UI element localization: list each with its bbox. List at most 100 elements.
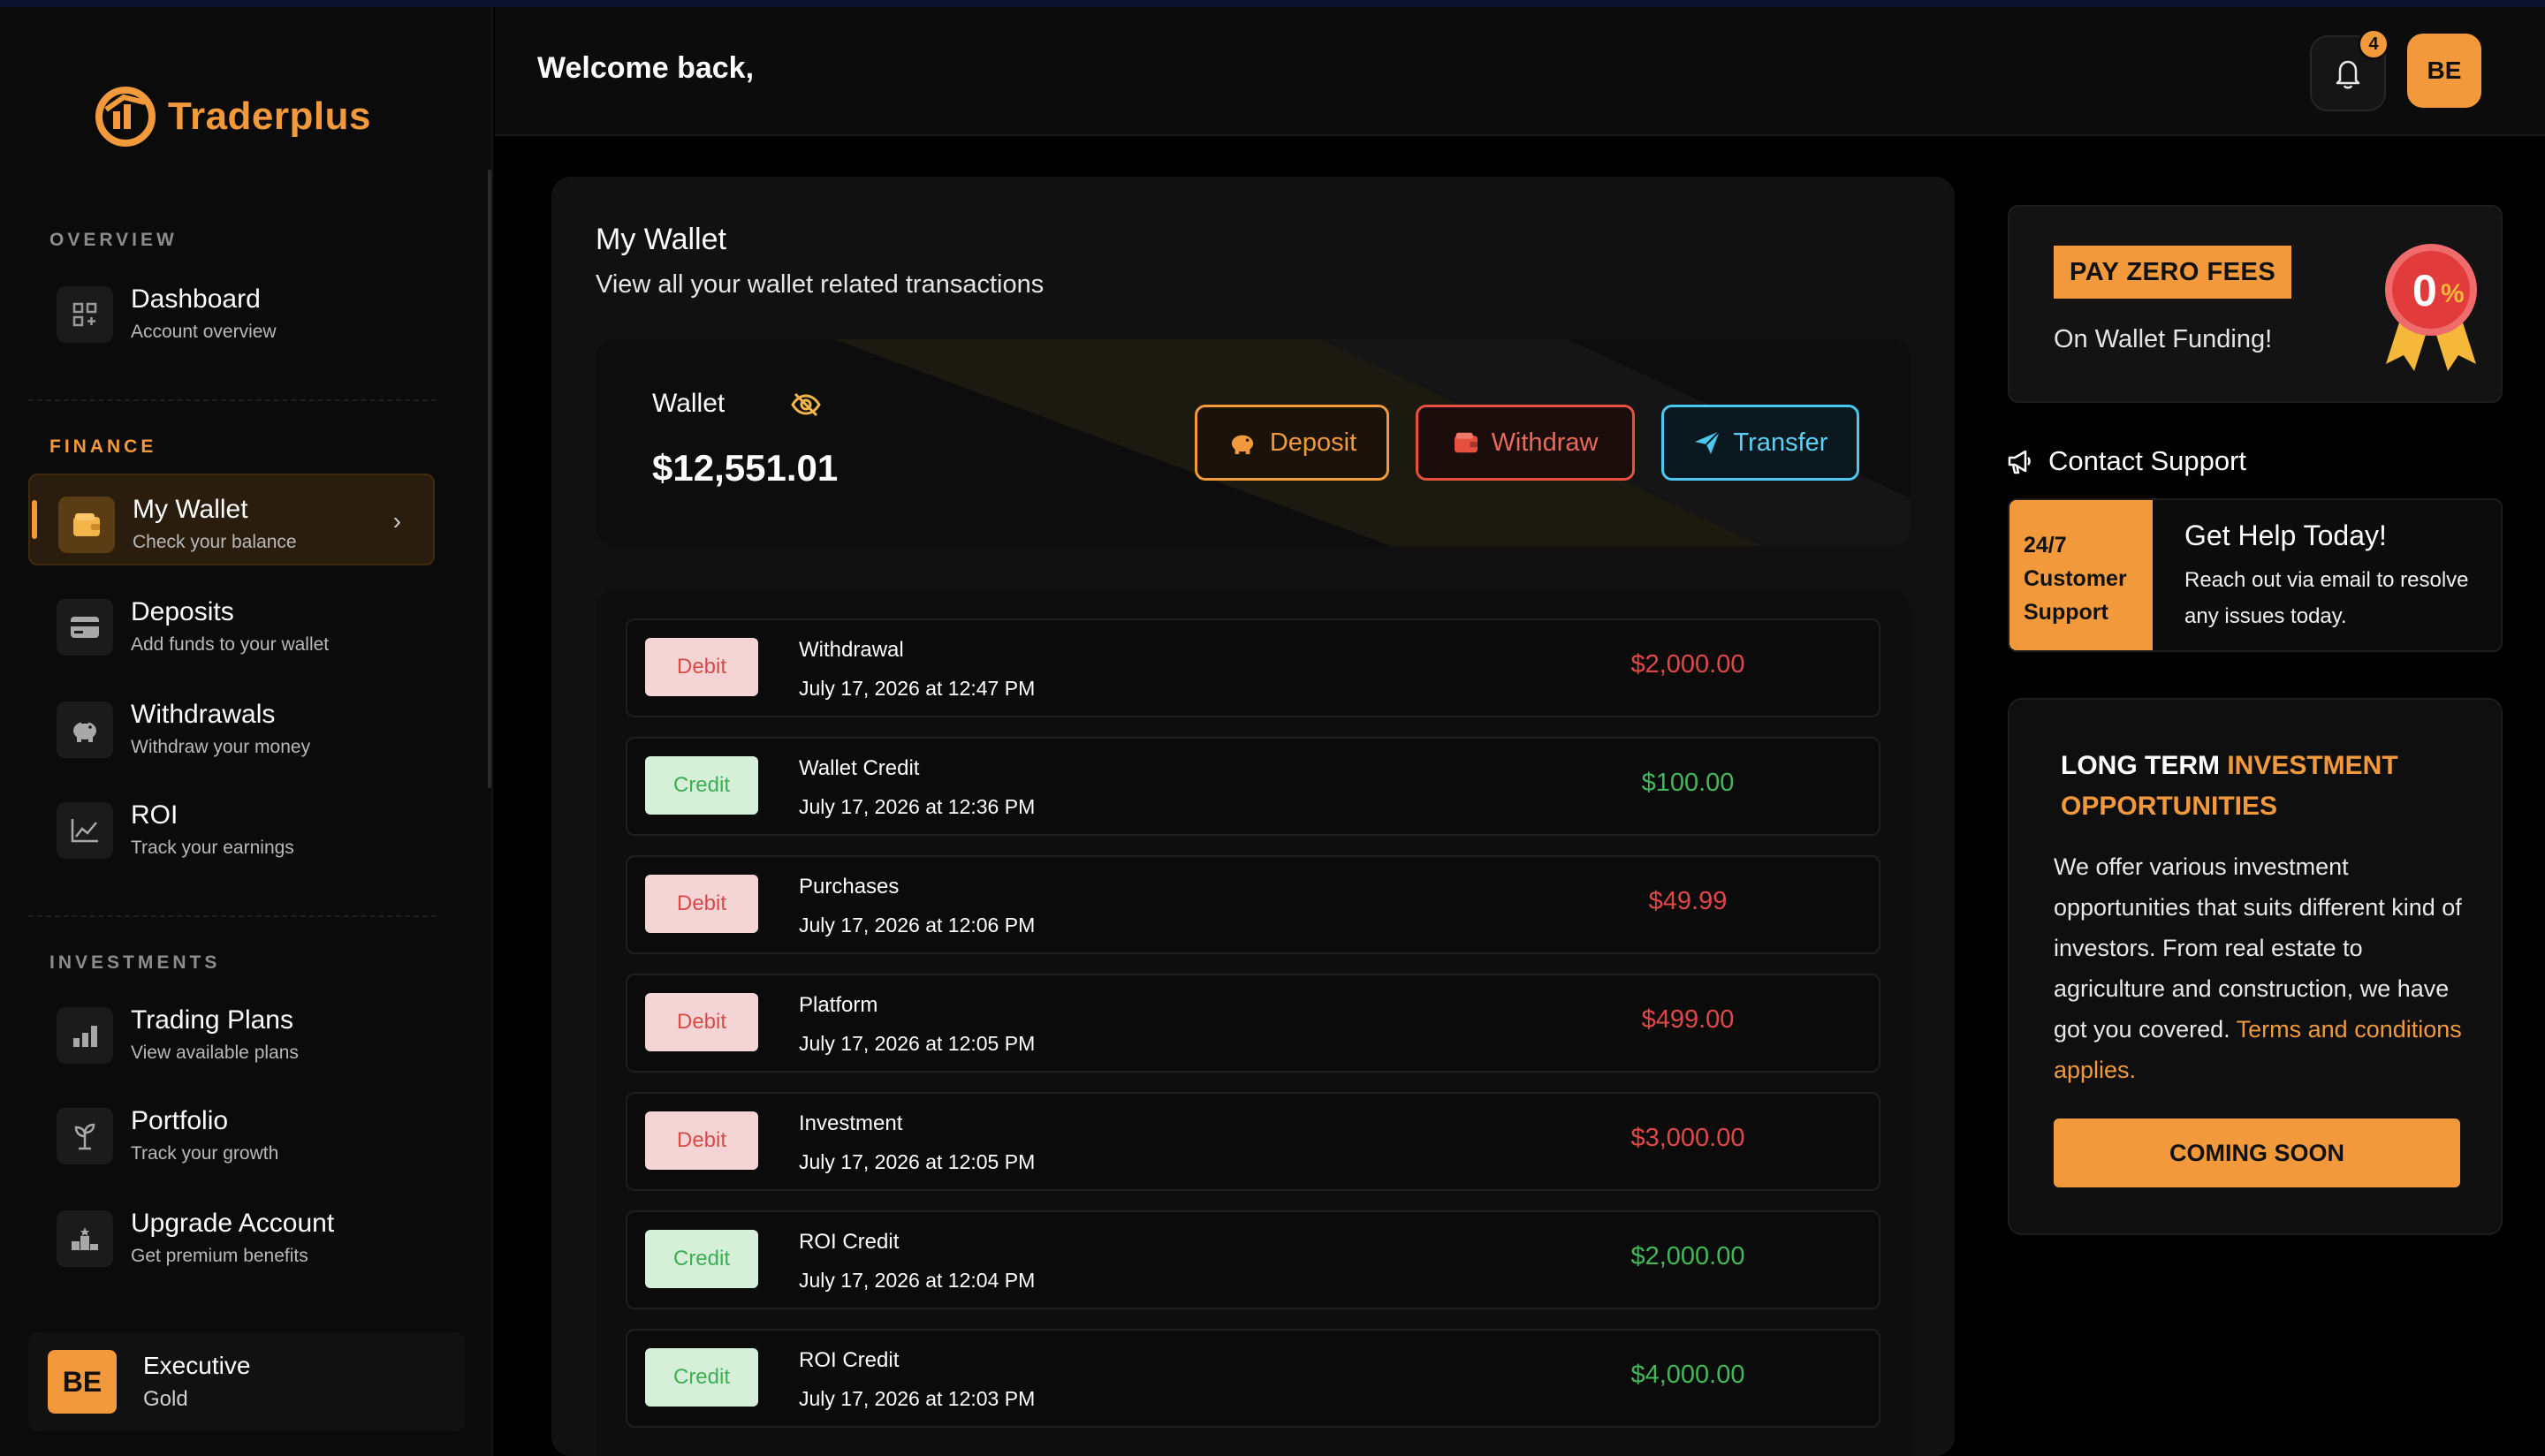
eye-off-icon[interactable] [790,389,822,421]
transaction-date: July 17, 2026 at 12:05 PM [799,1150,1036,1173]
dashboard-icon [57,286,113,343]
table-row[interactable]: Debit Purchases July 17, 2026 at 12:06 P… [626,855,1880,954]
promo-subtitle: On Wallet Funding! [2054,325,2273,353]
coming-soon-button[interactable]: COMING SOON [2054,1119,2460,1187]
sidebar-item-title: Deposits [131,597,234,626]
transaction-date: July 17, 2026 at 12:06 PM [799,914,1036,937]
top-header: Welcome back, 4 BE [495,7,2545,136]
status-badge: Debit [645,1111,758,1170]
sidebar-item-subtitle: Add funds to your wallet [131,634,330,655]
page-subtitle: View all your wallet related transaction… [596,270,1045,299]
section-label-investments: INVESTMENTS [49,952,221,973]
transaction-date: July 17, 2026 at 12:04 PM [799,1269,1036,1292]
promo-tag: PAY ZERO FEES [2054,246,2292,299]
transaction-name: Investment [799,1111,903,1135]
table-row[interactable]: Credit ROI Credit July 17, 2026 at 12:04… [626,1210,1880,1309]
investment-title: LONG TERM INVESTMENT OPPORTUNITIES [2061,751,2398,821]
transaction-amount: $49.99 [1648,887,1728,915]
user-profile-card[interactable]: BE Executive Gold [28,1332,465,1431]
sidebar-scrollbar[interactable] [488,170,491,788]
status-badge: Credit [645,1230,758,1288]
transaction-amount: $100.00 [1641,769,1735,797]
sidebar-item-roi[interactable]: ROI Track your earnings [28,781,435,873]
sidebar-item-title: Dashboard [131,284,261,314]
sidebar-item-title: Portfolio [131,1106,229,1135]
status-badge: Debit [645,993,758,1051]
sidebar-item-deposits[interactable]: Deposits Add funds to your wallet [28,578,435,670]
bar-chart-icon [57,1007,113,1064]
sidebar-item-withdrawals[interactable]: Withdrawals Withdraw your money [28,680,435,772]
transaction-amount: $2,000.00 [1630,1242,1745,1270]
transaction-date: July 17, 2026 at 12:03 PM [799,1387,1036,1410]
sidebar-item-portfolio[interactable]: Portfolio Track your growth [28,1087,435,1179]
sidebar-item-subtitle: View available plans [131,1043,299,1063]
sidebar-divider [28,399,437,401]
table-row[interactable]: Debit Platform July 17, 2026 at 12:05 PM… [626,974,1880,1073]
support-heading: Get Help Today! [2184,519,2387,551]
svg-text:%: % [2441,279,2465,308]
sidebar-item-subtitle: Account overview [131,322,277,342]
transaction-name: Purchases [799,875,900,899]
table-row[interactable]: Debit Investment July 17, 2026 at 12:05 … [626,1092,1880,1191]
chart-line-icon [57,802,113,859]
sidebar-item-dashboard[interactable]: Dashboard Account overview [28,265,435,357]
investment-card: LONG TERM INVESTMENT OPPORTUNITIES We of… [2008,698,2503,1235]
wallet-balance-panel: Wallet $12,551.01 Deposit Withdraw Trans… [596,339,1911,546]
user-tier: Gold [143,1387,188,1411]
sidebar-item-subtitle: Track your earnings [131,838,294,858]
send-icon [1694,430,1721,454]
bell-icon [2336,60,2360,89]
transfer-button-label: Transfer [1733,428,1828,457]
status-badge: Debit [645,875,758,933]
support-line: Customer [2024,566,2127,591]
contact-support-title: Contact Support [2048,445,2247,476]
transaction-name: Withdrawal [799,638,904,662]
sidebar-item-upgrade-account[interactable]: Upgrade Account Get premium benefits [28,1189,435,1281]
wallet-balance: $12,551.01 [652,447,839,489]
status-badge: Credit [645,756,758,815]
transaction-name: Platform [799,993,878,1017]
transaction-amount: $2,000.00 [1630,650,1745,679]
piggy-bank-icon [1231,435,1253,455]
sidebar-item-subtitle: Withdraw your money [131,737,311,757]
notification-count-badge: 4 [2358,28,2389,60]
zero-percent-badge-icon: 0 % [2385,244,2477,371]
table-row[interactable]: Credit Wallet Credit July 17, 2026 at 12… [626,737,1880,836]
piggy-bank-icon [57,701,113,758]
support-card[interactable]: 24/7 Customer Support Get Help Today! Re… [2008,498,2503,652]
svg-text:0: 0 [2412,266,2437,315]
plant-icon [57,1108,113,1164]
brand-logo[interactable]: Traderplus [94,85,371,148]
card-icon [57,599,113,656]
section-label-finance: FINANCE [49,436,157,457]
top-accent-line [0,0,2545,7]
sidebar-item-subtitle: Get premium benefits [131,1246,308,1266]
transaction-date: July 17, 2026 at 12:05 PM [799,1032,1036,1055]
user-name: Executive [143,1352,251,1379]
sidebar-item-trading-plans[interactable]: Trading Plans View available plans [28,986,435,1078]
withdraw-button[interactable]: Withdraw [1416,405,1635,481]
table-row[interactable]: Debit Withdrawal July 17, 2026 at 12:47 … [626,618,1880,717]
section-label-overview: OVERVIEW [49,230,178,250]
deposit-button-label: Deposit [1269,428,1357,457]
transfer-button[interactable]: Transfer [1661,405,1859,481]
avatar[interactable]: BE [2407,34,2481,108]
sidebar-item-subtitle: Check your balance [133,532,297,552]
deposit-button[interactable]: Deposit [1195,405,1389,481]
transaction-name: ROI Credit [799,1348,900,1372]
sidebar-item-title: Withdrawals [131,700,276,729]
promo-card: PAY ZERO FEES On Wallet Funding! 0 % [2008,205,2503,403]
sidebar-item-title: My Wallet [133,495,248,524]
page-title: My Wallet [596,223,726,256]
table-row[interactable]: Credit ROI Credit July 17, 2026 at 12:03… [626,1329,1880,1428]
megaphone-icon [2008,450,2031,474]
transaction-name: ROI Credit [799,1230,900,1254]
avatar: BE [48,1350,117,1414]
transaction-date: July 17, 2026 at 12:47 PM [799,677,1036,700]
status-badge: Debit [645,638,758,696]
wallet-icon [1454,432,1478,453]
sidebar-item-my-wallet[interactable]: My Wallet Check your balance › [28,474,435,565]
sidebar-divider [28,915,437,917]
investment-body: We offer various investment opportunitie… [2054,853,2462,1083]
welcome-text: Welcome back, [537,51,755,85]
